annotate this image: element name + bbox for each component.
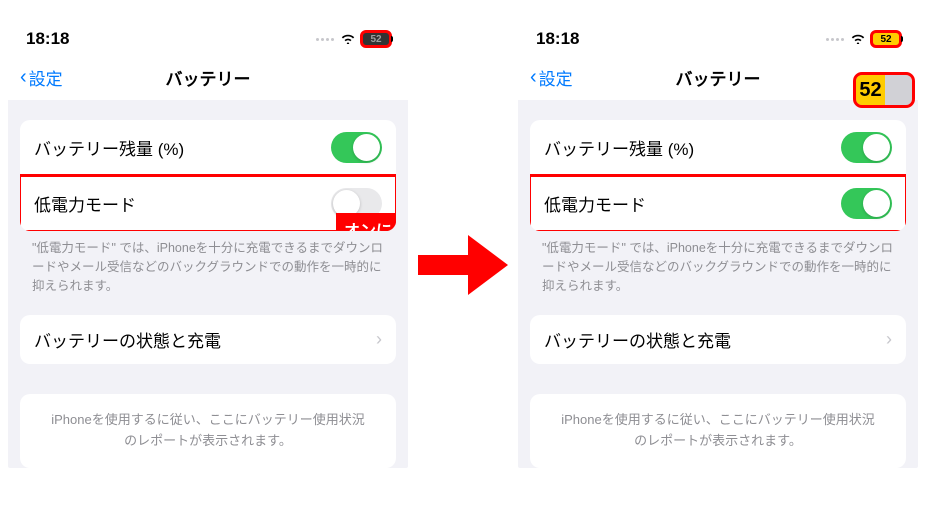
nav-bar: ‹ 設定 バッテリー bbox=[8, 61, 408, 100]
wifi-icon bbox=[340, 31, 356, 48]
report-placeholder: iPhoneを使用するに従い、ここにバッテリー使用状況のレポートが表示されます。 bbox=[20, 394, 396, 468]
status-icons: 52 bbox=[826, 31, 900, 48]
row-label: バッテリーの状態と充電 bbox=[544, 327, 731, 352]
settings-group-1: バッテリー残量 (%) 低電力モード オンに bbox=[20, 120, 396, 231]
low-power-footer: "低電力モード" では、iPhoneを十分に充電できるまでダウンロードやメール受… bbox=[518, 231, 918, 295]
row-label: 低電力モード bbox=[34, 191, 136, 216]
phone-before: 18:18 52 ‹ 設定 バッテリー バッテリー残量 (%) bbox=[8, 21, 408, 468]
row-label: バッテリー残量 (%) bbox=[34, 135, 184, 160]
low-power-row[interactable]: 低電力モード bbox=[530, 176, 906, 231]
battery-enlarged-value: 52 bbox=[859, 79, 881, 102]
status-bar: 18:18 52 bbox=[518, 21, 918, 61]
back-button[interactable]: ‹ 設定 bbox=[20, 65, 63, 90]
chevron-right-icon: › bbox=[376, 329, 382, 350]
status-time: 18:18 bbox=[536, 29, 579, 49]
low-power-row[interactable]: 低電力モード オンに bbox=[20, 176, 396, 231]
chevron-right-icon: › bbox=[886, 329, 892, 350]
battery-percent-toggle[interactable] bbox=[331, 132, 382, 163]
battery-indicator: 52 bbox=[362, 32, 390, 46]
back-label: 設定 bbox=[29, 65, 63, 90]
chevron-left-icon: ‹ bbox=[530, 66, 537, 89]
battery-health-row[interactable]: バッテリーの状態と充電 › bbox=[530, 315, 906, 364]
content: バッテリー残量 (%) 低電力モード オンに "低電力モード" では、iPhon… bbox=[8, 120, 408, 468]
content: バッテリー残量 (%) 低電力モード "低電力モード" では、iPhoneを十分… bbox=[518, 120, 918, 468]
low-power-toggle[interactable] bbox=[841, 188, 892, 219]
low-power-footer: "低電力モード" では、iPhoneを十分に充電できるまでダウンロードやメール受… bbox=[8, 231, 408, 295]
battery-indicator: 52 bbox=[872, 32, 900, 46]
battery-health-row[interactable]: バッテリーの状態と充電 › bbox=[20, 315, 396, 364]
settings-group-2: バッテリーの状態と充電 › bbox=[20, 315, 396, 364]
row-label: バッテリーの状態と充電 bbox=[34, 327, 221, 352]
settings-group-1: バッテリー残量 (%) 低電力モード bbox=[530, 120, 906, 231]
battery-enlarged-fill: 52 bbox=[856, 75, 885, 105]
arrow-icon bbox=[418, 230, 508, 300]
back-label: 設定 bbox=[539, 65, 573, 90]
settings-group-2: バッテリーの状態と充電 › bbox=[530, 315, 906, 364]
wifi-icon bbox=[850, 31, 866, 48]
battery-percent-row[interactable]: バッテリー残量 (%) bbox=[530, 120, 906, 176]
chevron-left-icon: ‹ bbox=[20, 66, 27, 89]
row-label: 低電力モード bbox=[544, 191, 646, 216]
page-title: バッテリー bbox=[8, 65, 408, 90]
row-label: バッテリー残量 (%) bbox=[544, 135, 694, 160]
battery-percent-row[interactable]: バッテリー残量 (%) bbox=[20, 120, 396, 176]
phone-after: 18:18 52 ‹ 設定 バッテリー 52 バッテ bbox=[518, 21, 918, 468]
status-bar: 18:18 52 bbox=[8, 21, 408, 61]
battery-enlarged: 52 bbox=[856, 75, 912, 105]
battery-percent-toggle[interactable] bbox=[841, 132, 892, 163]
recording-dots bbox=[316, 38, 334, 41]
callout-label: オンに bbox=[336, 213, 396, 231]
back-button[interactable]: ‹ 設定 bbox=[530, 65, 573, 90]
recording-dots bbox=[826, 38, 844, 41]
status-time: 18:18 bbox=[26, 29, 69, 49]
status-icons: 52 bbox=[316, 31, 390, 48]
report-placeholder: iPhoneを使用するに従い、ここにバッテリー使用状況のレポートが表示されます。 bbox=[530, 394, 906, 468]
